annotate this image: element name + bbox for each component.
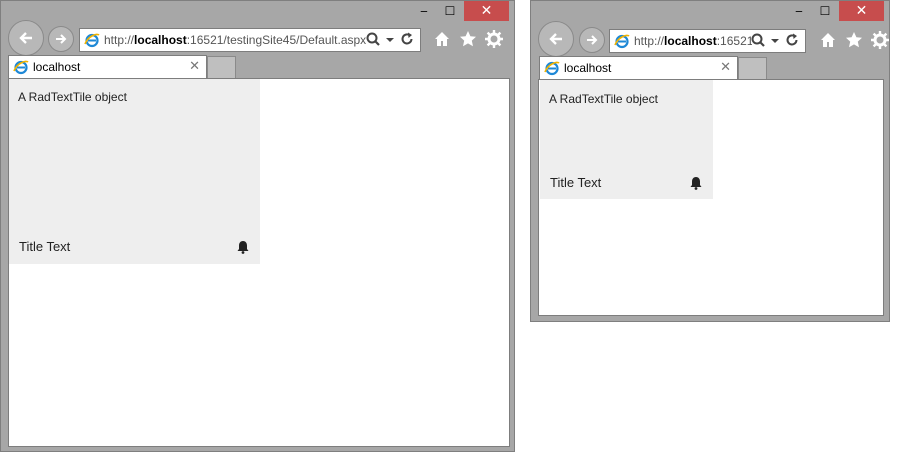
address-bar[interactable]: http://localhost:16521/testingSite45/Def… — [79, 28, 421, 52]
maximize-button[interactable]: ☐ — [437, 1, 463, 21]
close-tab-icon[interactable]: ✕ — [189, 59, 200, 74]
search-icon[interactable] — [751, 33, 765, 47]
address-bar[interactable]: http://localhost:16521, — [609, 29, 806, 53]
ie-logo-icon — [614, 34, 630, 49]
page-content: A RadTextTile object Title Text — [538, 79, 884, 316]
maximize-button[interactable]: ☐ — [812, 1, 838, 21]
back-arrow-icon — [19, 32, 32, 44]
favorites-star-icon[interactable] — [459, 30, 477, 48]
refresh-icon[interactable] — [785, 33, 799, 47]
minimize-icon: ‒ — [795, 4, 803, 18]
tab-localhost[interactable]: localhost ✕ — [8, 55, 207, 78]
tile-title-text: Title Text — [550, 175, 602, 190]
tile-body-text: A RadTextTile object — [549, 92, 658, 106]
tab-title: localhost — [564, 61, 612, 75]
new-tab-button[interactable] — [207, 56, 236, 78]
ie-logo-icon — [13, 60, 29, 75]
home-icon[interactable] — [819, 31, 837, 49]
refresh-icon[interactable] — [400, 32, 414, 46]
bell-icon — [237, 241, 249, 254]
rad-text-tile[interactable]: A RadTextTile object Title Text — [540, 80, 713, 199]
forward-arrow-icon — [56, 34, 67, 44]
dropdown-icon[interactable] — [386, 32, 394, 46]
browser-window-1: ‒ ☐ ✕ http://localhost:16521/testingSite… — [0, 0, 515, 452]
forward-arrow-icon — [587, 35, 598, 45]
forward-button[interactable] — [579, 27, 605, 53]
tile-title-text: Title Text — [19, 239, 71, 254]
settings-gear-icon[interactable] — [871, 31, 889, 49]
close-window-button[interactable]: ✕ — [464, 1, 509, 21]
new-tab-button[interactable] — [738, 57, 767, 79]
search-icon[interactable] — [366, 32, 380, 46]
url-text: http://localhost:16521, — [634, 34, 752, 48]
close-window-button[interactable]: ✕ — [839, 1, 884, 21]
tab-localhost[interactable]: localhost ✕ — [539, 56, 738, 79]
tab-title: localhost — [33, 60, 81, 74]
minimize-button[interactable]: ‒ — [411, 1, 437, 21]
close-tab-icon[interactable]: ✕ — [720, 60, 731, 75]
settings-gear-icon[interactable] — [485, 30, 503, 48]
ie-logo-icon — [84, 33, 100, 48]
dropdown-icon[interactable] — [771, 33, 779, 47]
home-icon[interactable] — [433, 30, 451, 48]
back-button[interactable] — [538, 21, 574, 57]
close-icon: ✕ — [855, 3, 868, 19]
minimize-button[interactable]: ‒ — [786, 1, 812, 21]
back-arrow-icon — [549, 33, 562, 45]
ie-logo-icon — [544, 61, 560, 76]
tile-body-text: A RadTextTile object — [18, 90, 127, 104]
rad-text-tile[interactable]: A RadTextTile object Title Text — [9, 79, 260, 264]
back-button[interactable] — [8, 20, 44, 56]
minimize-icon: ‒ — [420, 4, 428, 18]
page-content: A RadTextTile object Title Text — [8, 78, 510, 447]
bell-icon — [690, 177, 702, 190]
close-icon: ✕ — [480, 3, 493, 19]
maximize-icon: ☐ — [819, 4, 831, 18]
favorites-star-icon[interactable] — [845, 31, 863, 49]
maximize-icon: ☐ — [444, 4, 456, 18]
url-text: http://localhost:16521/testingSite45/Def… — [104, 33, 367, 47]
forward-button[interactable] — [48, 26, 74, 52]
browser-window-2: ‒ ☐ ✕ http://localhost:16521, localhost … — [530, 0, 890, 322]
